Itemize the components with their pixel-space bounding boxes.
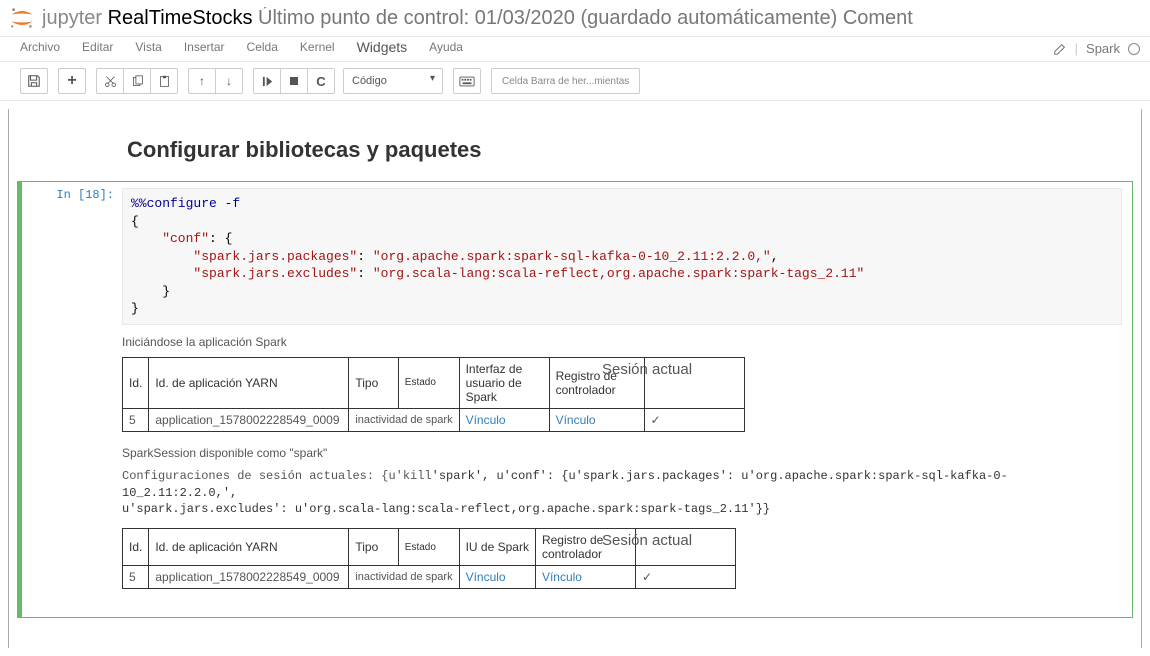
menu-view[interactable]: Vista (135, 40, 161, 54)
save-button[interactable] (20, 68, 48, 94)
cell-link-driver[interactable]: Vínculo (549, 408, 644, 431)
menu-kernel[interactable]: Kernel (300, 40, 335, 54)
col-tipo: Tipo (349, 529, 398, 566)
cell-link-ui[interactable]: Vínculo (459, 408, 549, 431)
kernel-status-icon (1128, 43, 1140, 55)
menubar: Archivo Editar Vista Insertar Celda Kern… (0, 37, 1150, 62)
code-input[interactable]: %%configure -f { "conf": { "spark.jars.p… (122, 188, 1122, 325)
stop-button[interactable] (280, 68, 308, 94)
cut-button[interactable] (96, 68, 124, 94)
output-text-2: SparkSession disponible como "spark" (122, 446, 1122, 460)
command-palette-button[interactable]: Celda Barra de her...mientas (491, 68, 640, 94)
menu-file[interactable]: Archivo (20, 40, 60, 54)
notebook-name[interactable]: RealTimeStocks (108, 7, 253, 29)
cell-yarn: application_1578002228549_0009 (149, 566, 349, 589)
cell-type-select[interactable]: Código (343, 68, 443, 94)
copy-button[interactable] (123, 68, 151, 94)
move-up-button[interactable]: ↑ (188, 68, 216, 94)
output-text: Iniciándose la aplicación Spark (122, 335, 1122, 349)
cell-current: ✓ (644, 408, 744, 431)
table-row: 5 application_1578002228549_0009 inactiv… (123, 566, 736, 589)
cell-yarn: application_1578002228549_0009 (149, 408, 349, 431)
output-config: Configuraciones de sesión actuales: {u'k… (122, 468, 1122, 518)
markdown-heading[interactable]: Configurar bibliotecas y paquetes (127, 137, 1133, 163)
jupyter-logo-icon (8, 4, 36, 32)
cell-tipo: inactividad de spark (349, 408, 459, 431)
menu-widgets[interactable]: Widgets (357, 39, 408, 55)
kernel-name[interactable]: Spark (1086, 41, 1120, 56)
col-ui: Interfaz de usuario de Spark (459, 357, 549, 408)
cell-link-driver[interactable]: Vínculo (535, 566, 635, 589)
col-ui: IU de Spark (459, 529, 535, 566)
checkpoint-text: Último punto de control: 01/03/2020 (gua… (258, 7, 837, 29)
col-id: Id. (123, 529, 149, 566)
notebook-area: Configurar bibliotecas y paquetes In [18… (8, 109, 1142, 648)
notebook-header: jupyter RealTimeStocks Último punto de c… (0, 0, 1150, 37)
menu-help[interactable]: Ayuda (429, 40, 463, 54)
separator: | (1075, 41, 1078, 56)
move-down-button[interactable]: ↓ (215, 68, 243, 94)
session-overlap-text: Sesión actual (602, 532, 692, 549)
trailing-text: Coment (843, 7, 913, 29)
cell-id: 5 (123, 566, 149, 589)
cell-id: 5 (123, 408, 149, 431)
toolbar: + ↑ ↓ C Código Celda Barra de her...mien… (0, 62, 1150, 101)
add-cell-button[interactable]: + (58, 68, 86, 94)
table-row: 5 application_1578002228549_0009 inactiv… (123, 408, 745, 431)
col-yarn: Id. de aplicación YARN (149, 357, 349, 408)
cell-current: ✓ (635, 566, 735, 589)
menu-edit[interactable]: Editar (82, 40, 113, 54)
app-name: jupyter (42, 7, 102, 29)
cell-tipo: inactividad de spark (349, 566, 459, 589)
paste-button[interactable] (150, 68, 178, 94)
session-overlap-text: Sesión actual (602, 361, 692, 378)
restart-button[interactable]: C (307, 68, 335, 94)
menu-cell[interactable]: Celda (247, 40, 278, 54)
col-tipo: Tipo (349, 357, 398, 408)
col-estado: Estado (398, 529, 459, 566)
input-prompt: In [18]: (22, 182, 122, 617)
code-cell[interactable]: In [18]: %%configure -f { "conf": { "spa… (17, 181, 1133, 618)
edit-icon[interactable] (1053, 42, 1067, 56)
run-button[interactable] (253, 68, 281, 94)
col-estado: Estado (398, 357, 459, 408)
cell-link-ui[interactable]: Vínculo (459, 566, 535, 589)
menu-insert[interactable]: Insertar (184, 40, 225, 54)
col-id: Id. (123, 357, 149, 408)
col-yarn: Id. de aplicación YARN (149, 529, 349, 566)
keyboard-button[interactable] (453, 68, 481, 94)
